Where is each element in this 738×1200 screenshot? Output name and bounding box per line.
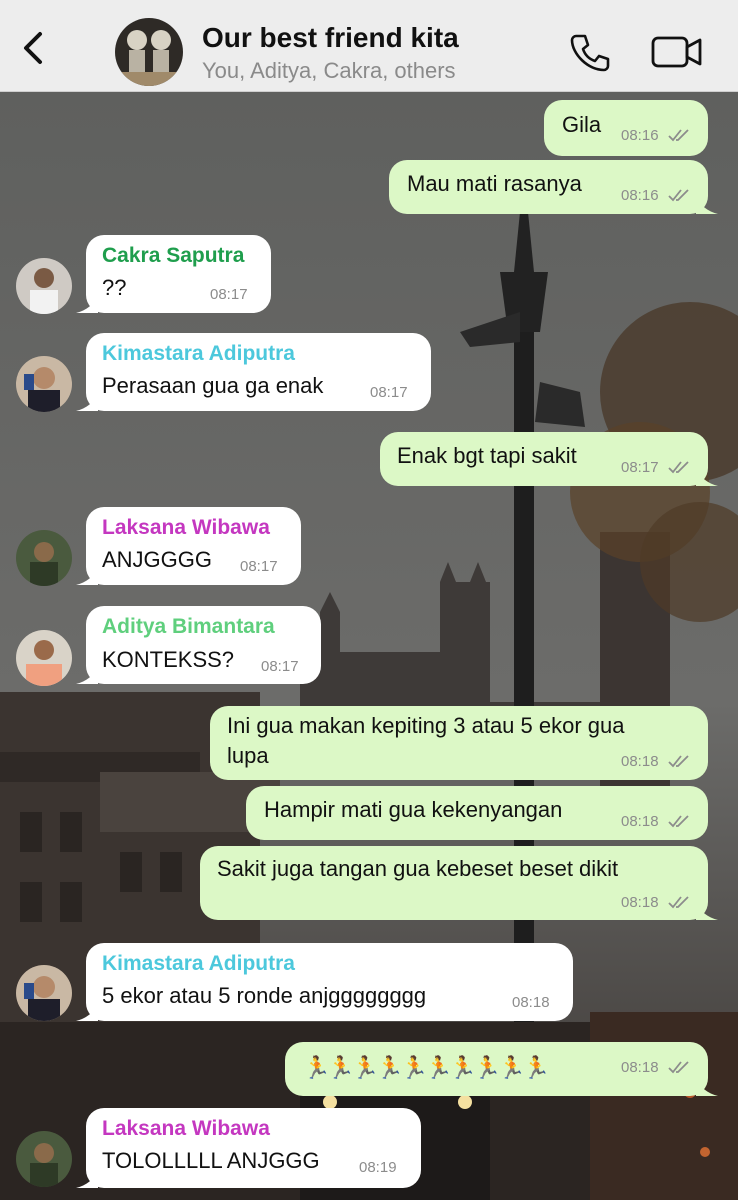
message-time: 08:17 xyxy=(240,558,278,575)
read-ticks-icon xyxy=(668,896,689,909)
video-call-button[interactable] xyxy=(650,32,704,72)
sender-name: Laksana Wibawa xyxy=(102,1117,270,1140)
message-time: 08:17 xyxy=(261,658,299,675)
bubble-tail xyxy=(76,567,98,585)
read-ticks-icon xyxy=(668,129,689,142)
avatar-laksana[interactable] xyxy=(16,530,72,586)
message-outgoing[interactable]: Ini gua makan kepiting 3 atau 5 ekor gua… xyxy=(210,706,708,780)
message-incoming[interactable]: Laksana Wibawa TOLOLLLLL ANJGGG 08:19 xyxy=(76,1108,421,1188)
message-text: Enak bgt tapi sakit xyxy=(397,443,577,468)
message-text: 5 ekor atau 5 ronde anjgggggggg xyxy=(102,983,427,1008)
bubble-tail xyxy=(696,468,718,486)
bubble-tail xyxy=(76,393,98,411)
bubble-tail xyxy=(696,902,718,920)
sender-name: Kimastara Adiputra xyxy=(102,342,295,365)
message-text: Mau mati rasanya xyxy=(407,171,582,196)
message-time: 08:18 xyxy=(512,994,550,1011)
sender-name: Kimastara Adiputra xyxy=(102,952,295,975)
read-ticks-icon xyxy=(668,189,689,202)
sender-name: Laksana Wibawa xyxy=(102,516,270,539)
chevron-left-icon xyxy=(24,32,42,64)
message-time: 08:18 xyxy=(621,1059,659,1076)
avatar-laksana[interactable] xyxy=(16,1131,72,1187)
message-text: KONTEKSS? xyxy=(102,647,235,672)
message-outgoing[interactable]: Enak bgt tapi sakit 08:17 xyxy=(380,432,718,486)
chat-participants[interactable]: You, Aditya, Cakra, others xyxy=(202,58,456,84)
message-text: TOLOLLLLL ANJGGG xyxy=(102,1148,320,1173)
read-ticks-icon xyxy=(668,461,689,474)
message-text-line1: Ini gua makan kepiting 3 atau 5 ekor gua xyxy=(227,713,625,738)
message-time: 08:18 xyxy=(621,753,659,770)
bubble-tail xyxy=(76,1170,98,1188)
sender-name: Cakra Saputra xyxy=(102,244,245,267)
message-outgoing[interactable]: 🏃🏃🏃🏃🏃🏃🏃🏃🏃🏃 08:18 xyxy=(285,1042,718,1096)
message-time: 08:16 xyxy=(621,187,659,204)
message-time: 08:19 xyxy=(359,1159,397,1176)
bubble-tail xyxy=(696,1078,718,1096)
avatar-cakra[interactable] xyxy=(16,258,72,314)
message-time: 08:17 xyxy=(621,459,659,476)
message-text: Perasaan gua ga enak xyxy=(102,373,324,398)
message-outgoing[interactable]: Mau mati rasanya 08:16 xyxy=(389,160,718,214)
bubble-tail xyxy=(76,666,98,684)
message-text-line2: lupa xyxy=(227,743,269,768)
voice-call-button[interactable] xyxy=(568,30,612,74)
message-time: 08:16 xyxy=(621,127,659,144)
message-incoming[interactable]: Aditya Bimantara KONTEKSS? 08:17 xyxy=(76,606,321,684)
message-time: 08:17 xyxy=(210,286,248,303)
message-incoming[interactable]: Kimastara Adiputra Perasaan gua ga enak … xyxy=(76,333,431,411)
phone-icon xyxy=(570,34,610,72)
message-text: Sakit juga tangan gua kebeset beset diki… xyxy=(217,856,619,881)
chat-title[interactable]: Our best friend kita xyxy=(202,22,459,54)
avatar-kimastara[interactable] xyxy=(16,356,72,412)
chat-header: Our best friend kita You, Aditya, Cakra,… xyxy=(0,0,738,92)
read-ticks-icon xyxy=(668,815,689,828)
bubble-tail xyxy=(76,1003,98,1021)
avatar-aditya[interactable] xyxy=(16,630,72,686)
message-outgoing[interactable]: Hampir mati gua kekenyangan 08:18 xyxy=(246,786,708,840)
message-outgoing[interactable]: Gila 08:16 xyxy=(544,100,708,156)
bubble-tail xyxy=(76,295,98,313)
message-text: Hampir mati gua kekenyangan xyxy=(264,797,563,822)
message-time: 08:18 xyxy=(621,894,659,911)
sender-name: Aditya Bimantara xyxy=(102,615,275,638)
message-text: ANJGGGG xyxy=(102,547,213,572)
message-time: 08:18 xyxy=(621,813,659,830)
video-camera-icon xyxy=(651,36,702,68)
message-incoming[interactable]: Cakra Saputra ?? 08:17 xyxy=(76,235,271,313)
bubble-tail xyxy=(696,196,718,214)
read-ticks-icon xyxy=(668,1061,689,1074)
message-incoming[interactable]: Laksana Wibawa ANJGGGG 08:17 xyxy=(76,507,301,585)
message-incoming[interactable]: Kimastara Adiputra 5 ekor atau 5 ronde a… xyxy=(76,943,573,1021)
read-ticks-icon xyxy=(668,755,689,768)
back-button[interactable] xyxy=(14,26,54,70)
message-emoji: 🏃🏃🏃🏃🏃🏃🏃🏃🏃🏃 xyxy=(303,1055,550,1080)
message-text: Gila xyxy=(562,112,602,137)
group-avatar[interactable] xyxy=(115,18,183,86)
message-time: 08:17 xyxy=(370,384,408,401)
message-outgoing[interactable]: Sakit juga tangan gua kebeset beset diki… xyxy=(200,846,718,920)
message-text: ?? xyxy=(102,275,127,300)
avatar-kimastara[interactable] xyxy=(16,965,72,1021)
